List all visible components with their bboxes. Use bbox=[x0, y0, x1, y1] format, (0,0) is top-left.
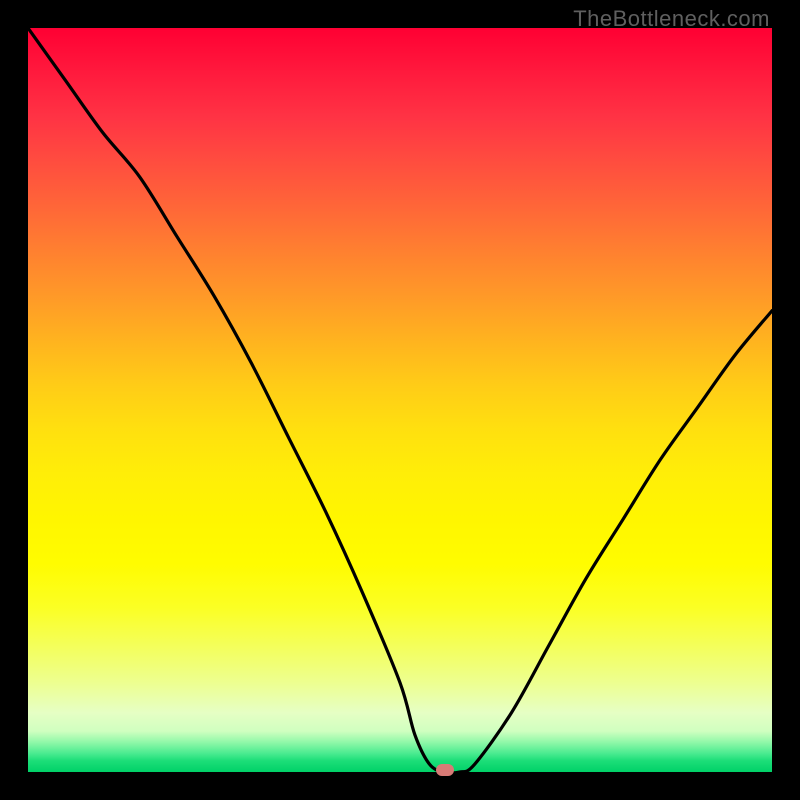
bottleneck-curve bbox=[28, 28, 772, 772]
plot-area bbox=[28, 28, 772, 772]
curve-svg bbox=[28, 28, 772, 772]
chart-container: TheBottleneck.com bbox=[0, 0, 800, 800]
optimal-marker bbox=[436, 764, 454, 776]
